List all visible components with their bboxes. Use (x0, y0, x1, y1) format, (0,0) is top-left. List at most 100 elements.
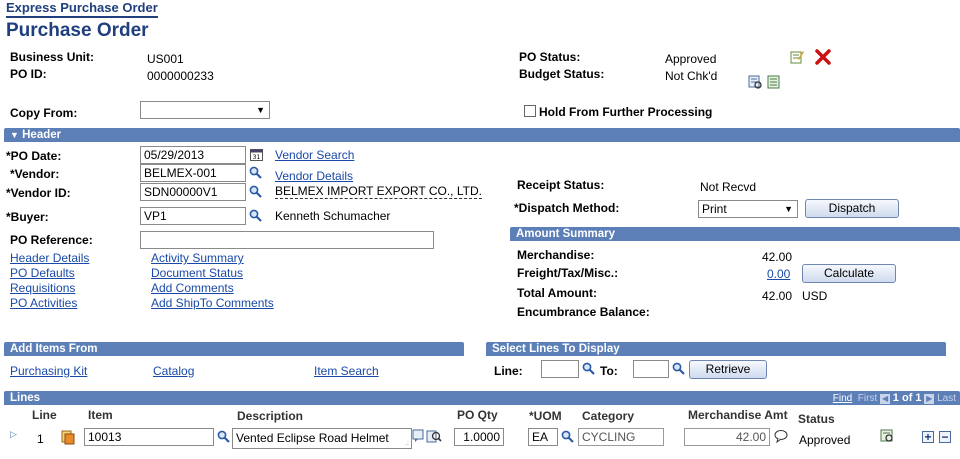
breadcrumb: Express Purchase Order (6, 0, 158, 18)
vendor-details-link[interactable]: Vendor Details (275, 169, 353, 183)
po-status-value: Approved (665, 52, 717, 66)
buyer-label: *Buyer: (6, 210, 49, 224)
delete-icon[interactable] (815, 49, 831, 65)
col-uom: *UOM (529, 409, 562, 423)
row-count: 1 of 1 (892, 392, 922, 404)
col-line: Line (32, 408, 57, 422)
vendor-name: BELMEX IMPORT EXPORT CO., LTD. (275, 184, 482, 199)
po-id-label: PO ID: (10, 67, 47, 81)
requisitions-link[interactable]: Requisitions (10, 281, 75, 295)
buyer-field[interactable] (140, 207, 246, 225)
find-link[interactable]: Find (833, 393, 852, 404)
receipt-status-value: Not Recvd (700, 180, 757, 194)
header-section-label: Header (22, 129, 62, 141)
budget-check-icon[interactable] (748, 75, 762, 89)
po-qty-field[interactable] (454, 428, 504, 446)
budget-detail-icon[interactable] (767, 75, 781, 89)
purchasing-kit-link[interactable]: Purchasing Kit (10, 364, 87, 378)
po-id-value: 0000000233 (147, 69, 214, 83)
retrieve-button[interactable]: Retrieve (689, 360, 767, 379)
delete-row-icon[interactable]: − (939, 431, 951, 443)
item-field[interactable] (84, 428, 214, 446)
header-details-link[interactable]: Header Details (10, 251, 89, 265)
lookup-icon[interactable] (582, 362, 595, 375)
last-link[interactable]: Last (937, 393, 956, 404)
lookup-icon[interactable] (249, 185, 262, 198)
total-amount-value: 42.00 (762, 289, 793, 303)
line-to-field[interactable] (633, 360, 669, 378)
vendor-search-link[interactable]: Vendor Search (275, 148, 354, 162)
lookup-icon[interactable] (561, 430, 574, 443)
vendor-label: *Vendor: (10, 167, 60, 181)
comment-icon[interactable] (774, 429, 788, 443)
po-date-label: *PO Date: (6, 149, 62, 163)
edit-icon[interactable] (790, 50, 804, 64)
calculate-button[interactable]: Calculate (802, 264, 896, 283)
vendor-field[interactable] (140, 164, 246, 182)
first-link[interactable]: First (858, 393, 877, 404)
po-defaults-link[interactable]: PO Defaults (10, 266, 75, 280)
receipt-status-label: Receipt Status: (517, 178, 605, 192)
lookup-icon[interactable] (249, 166, 262, 179)
col-description: Description (237, 409, 304, 423)
line-to-label: To: (600, 364, 618, 378)
description-value: Vented Eclipse Road Helmet (236, 431, 389, 445)
lookup-icon[interactable] (672, 362, 685, 375)
row-expand-icon[interactable]: ▷ (10, 429, 17, 440)
collapse-icon: ▼ (10, 130, 19, 140)
buyer-name: Kenneth Schumacher (275, 209, 391, 223)
hold-checkbox[interactable] (524, 105, 536, 117)
document-status-link[interactable]: Document Status (151, 266, 243, 280)
resize-icon: .: (405, 440, 409, 447)
schedule-icon[interactable] (880, 429, 894, 443)
catalog-link[interactable]: Catalog (153, 364, 194, 378)
col-item: Item (88, 408, 113, 422)
freight-value-link[interactable]: 0.00 (767, 267, 790, 281)
vendor-id-label: *Vendor ID: (6, 186, 71, 200)
po-activities-link[interactable]: PO Activities (10, 296, 77, 310)
item-detail-icon[interactable] (426, 429, 442, 444)
dispatch-button[interactable]: Dispatch (805, 199, 899, 218)
add-shipto-comments-link[interactable]: Add ShipTo Comments (151, 296, 274, 310)
lookup-icon[interactable] (249, 209, 262, 222)
po-status-label: PO Status: (519, 50, 581, 64)
budget-status-value: Not Chk'd (665, 69, 718, 83)
col-status: Status (798, 412, 835, 426)
dispatch-method-select[interactable]: Print ▼ (698, 200, 798, 218)
lines-bar: Lines Find First ◀ 1 of 1 ▶ Last (4, 391, 960, 405)
description-field[interactable]: Vented Eclipse Road Helmet .: (232, 428, 412, 449)
add-row-icon[interactable]: + (922, 431, 934, 443)
currency-code: USD (802, 289, 828, 303)
vendor-id-field[interactable] (140, 183, 246, 201)
line-from-label: Line: (494, 364, 523, 378)
lookup-icon[interactable] (217, 430, 230, 443)
po-reference-field[interactable] (140, 231, 434, 249)
merchandise-value: 42.00 (762, 250, 793, 264)
dispatch-method-label: *Dispatch Method: (514, 201, 620, 215)
merchandise-amt-field[interactable] (684, 428, 770, 446)
table-row: ▷ 1 Vented Eclipse Road Helmet .: Approv… (4, 426, 960, 450)
chevron-down-icon: ▼ (784, 204, 793, 214)
po-reference-label: PO Reference: (10, 233, 93, 247)
activity-summary-link[interactable]: Activity Summary (151, 251, 244, 265)
category-field[interactable] (578, 428, 664, 446)
add-comments-link[interactable]: Add Comments (151, 281, 234, 295)
uom-field[interactable] (528, 428, 558, 446)
business-unit-value: US001 (147, 52, 184, 66)
hold-label: Hold From Further Processing (539, 105, 713, 119)
header-section-bar[interactable]: ▼ Header (4, 128, 960, 142)
chevron-down-icon: ▼ (256, 105, 265, 115)
merchandise-label: Merchandise: (517, 248, 595, 262)
last-arrow-icon[interactable]: ▶ (924, 394, 935, 404)
copy-from-select[interactable]: ▼ (140, 101, 270, 119)
po-date-field[interactable] (140, 146, 246, 164)
first-arrow-icon[interactable]: ◀ (880, 394, 891, 404)
calendar-icon[interactable]: 31 (250, 148, 263, 161)
line-number: 1 (37, 432, 44, 446)
select-lines-bar: Select Lines To Display (486, 342, 946, 356)
line-detail-icon[interactable] (61, 430, 75, 445)
description-edit-icon[interactable] (412, 429, 426, 443)
line-from-field[interactable] (541, 360, 579, 378)
item-search-link[interactable]: Item Search (314, 364, 379, 378)
col-category: Category (582, 409, 635, 423)
